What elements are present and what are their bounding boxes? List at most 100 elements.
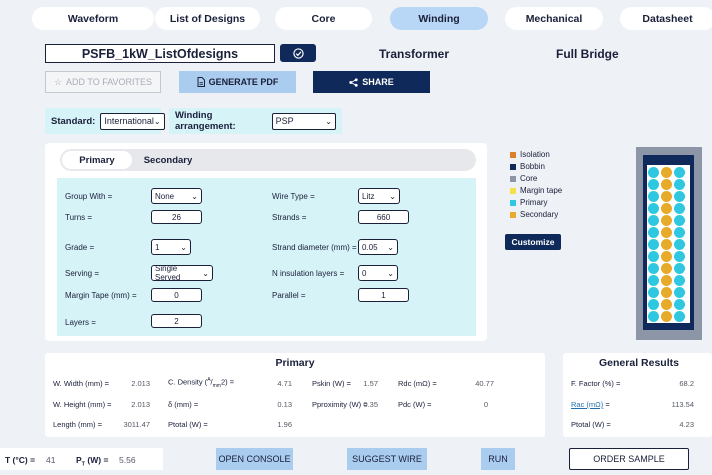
customize-button[interactable]: Customize xyxy=(505,234,561,250)
design-name-field[interactable]: PSFB_1kW_ListOfdesigns xyxy=(45,44,275,63)
wire-type-select[interactable]: Litz ⌄ xyxy=(358,188,400,204)
tab-waveform[interactable]: Waveform xyxy=(32,7,154,30)
rdc-label: Rdc (mΩ) = xyxy=(398,379,437,388)
c-density-value: 4.71 xyxy=(277,379,292,388)
wire-type-label: Wire Type = xyxy=(272,192,315,201)
parallel-input[interactable]: 1 xyxy=(358,288,409,302)
generate-pdf-button[interactable]: GENERATE PDF xyxy=(179,71,296,93)
conductor-turn xyxy=(674,239,685,250)
tab-core[interactable]: Core xyxy=(275,7,372,30)
conductor-turn xyxy=(661,167,672,178)
chevron-down-icon: ⌄ xyxy=(389,191,396,201)
ptotal-general-value: 4.23 xyxy=(679,420,694,429)
margin-tape-input[interactable]: 0 xyxy=(151,288,202,302)
standard-select[interactable]: International ⌄ xyxy=(100,112,165,130)
strand-diameter-label: Strand diameter (mm) = xyxy=(272,243,357,252)
order-sample-button[interactable]: ORDER SAMPLE xyxy=(569,448,689,470)
winding-arrangement-select[interactable]: PSP ⌄ xyxy=(271,112,336,130)
legend-swatch xyxy=(510,199,516,206)
w-height-value: 2.013 xyxy=(131,400,150,409)
standard-label: Standard: xyxy=(51,115,96,127)
component-type: Transformer xyxy=(379,47,450,61)
legend-core: Core xyxy=(510,174,537,183)
tab-mechanical[interactable]: Mechanical xyxy=(505,7,603,30)
share-icon xyxy=(349,77,358,87)
suggest-wire-button[interactable]: SUGGEST WIRE xyxy=(347,448,427,470)
check-circle-icon xyxy=(292,47,304,59)
subtab-primary[interactable]: Primary xyxy=(62,151,132,169)
parallel-label: Parallel = xyxy=(272,291,306,300)
f-factor-value: 68.2 xyxy=(679,379,694,388)
generate-pdf-label: GENERATE PDF xyxy=(208,77,279,87)
rdc-value: 40.77 xyxy=(475,379,494,388)
general-results-title: General Results xyxy=(599,357,679,369)
total-power-label-tail: (W) = xyxy=(85,455,109,465)
delta-value: 0.13 xyxy=(277,400,292,409)
legend-margin-tape: Margin tape xyxy=(510,186,562,195)
grade-select[interactable]: 1 ⌄ xyxy=(151,239,191,255)
conductor-turn xyxy=(661,191,672,202)
run-button[interactable]: RUN xyxy=(481,448,515,470)
conductor-turn xyxy=(674,287,685,298)
conductor-turn xyxy=(661,203,672,214)
pproximity-value: 0.35 xyxy=(363,400,378,409)
legend-primary: Primary xyxy=(510,198,548,207)
chevron-down-icon: ⌄ xyxy=(191,191,198,201)
conductor-turn xyxy=(648,287,659,298)
winding-arrangement-label: Winding arrangement: xyxy=(175,110,236,132)
conductor-turn xyxy=(674,263,685,274)
primary-results-title: Primary xyxy=(275,357,315,369)
tab-list-of-designs[interactable]: List of Designs xyxy=(155,7,260,30)
pdc-value: 0 xyxy=(483,400,488,409)
total-power-value: 5.56 xyxy=(119,455,136,465)
pskin-label: Pskin (W) = xyxy=(312,379,351,388)
open-console-button[interactable]: OPEN CONSOLE xyxy=(216,448,293,470)
conductor-turn xyxy=(648,227,659,238)
group-with-select[interactable]: None ⌄ xyxy=(151,188,202,204)
strand-diameter-select[interactable]: 0.05 ⌄ xyxy=(358,239,398,255)
conductor-turn xyxy=(674,227,685,238)
conductor-turn xyxy=(648,191,659,202)
conductor-turn xyxy=(648,263,659,274)
strands-input[interactable]: 660 xyxy=(358,210,409,224)
serving-value: Single Served xyxy=(155,264,181,282)
pdf-file-icon xyxy=(197,77,205,87)
conductor-turn xyxy=(674,299,685,310)
n-insulation-label: N insulation layers = xyxy=(272,269,345,278)
ptotal-primary-value: 1.96 xyxy=(277,420,292,429)
conductor-turn xyxy=(661,179,672,190)
add-to-favorites-label: ADD TO FAVORITES xyxy=(66,77,153,87)
grade-label: Grade = xyxy=(65,243,95,252)
conductor-turn xyxy=(674,215,685,226)
tab-winding[interactable]: Winding xyxy=(390,7,488,30)
share-label: SHARE xyxy=(362,77,394,87)
chevron-down-icon: ⌄ xyxy=(325,116,332,126)
legend-label: Secondary xyxy=(520,210,559,219)
temperature-value: 41 xyxy=(46,455,56,465)
conductor-turn xyxy=(661,299,672,310)
turns-input[interactable]: 26 xyxy=(151,210,202,224)
conductor-turn xyxy=(648,251,659,262)
conductor-turn xyxy=(674,311,685,322)
turns-label: Turns = xyxy=(65,213,93,222)
rac-label: Rac (mΩ) = xyxy=(571,400,610,409)
tab-datasheet[interactable]: Datasheet xyxy=(620,7,712,30)
topology: Full Bridge xyxy=(556,47,619,61)
delta-label: δ (mm) = xyxy=(168,400,199,409)
conductor-turn xyxy=(648,299,659,310)
c-density-label-pre: C. Density ( xyxy=(168,377,208,387)
share-button[interactable]: SHARE xyxy=(313,71,430,93)
legend-swatch xyxy=(510,151,516,158)
chevron-down-icon: ⌄ xyxy=(180,242,187,252)
pskin-value: 1.57 xyxy=(363,379,378,388)
confirm-name-button[interactable] xyxy=(280,44,316,62)
rac-link[interactable]: Rac (mΩ) xyxy=(571,400,603,409)
conductor-turn xyxy=(674,179,685,190)
subtab-secondary[interactable]: Secondary xyxy=(133,151,203,169)
n-insulation-select[interactable]: 0 ⌄ xyxy=(358,265,398,281)
strand-diameter-value: 0.05 xyxy=(362,242,378,252)
layers-input[interactable]: 2 xyxy=(151,314,202,328)
w-width-value: 2.013 xyxy=(131,379,150,388)
add-to-favorites-button[interactable]: ☆ ADD TO FAVORITES xyxy=(45,71,161,93)
serving-select[interactable]: Single Served ⌄ xyxy=(151,264,213,282)
